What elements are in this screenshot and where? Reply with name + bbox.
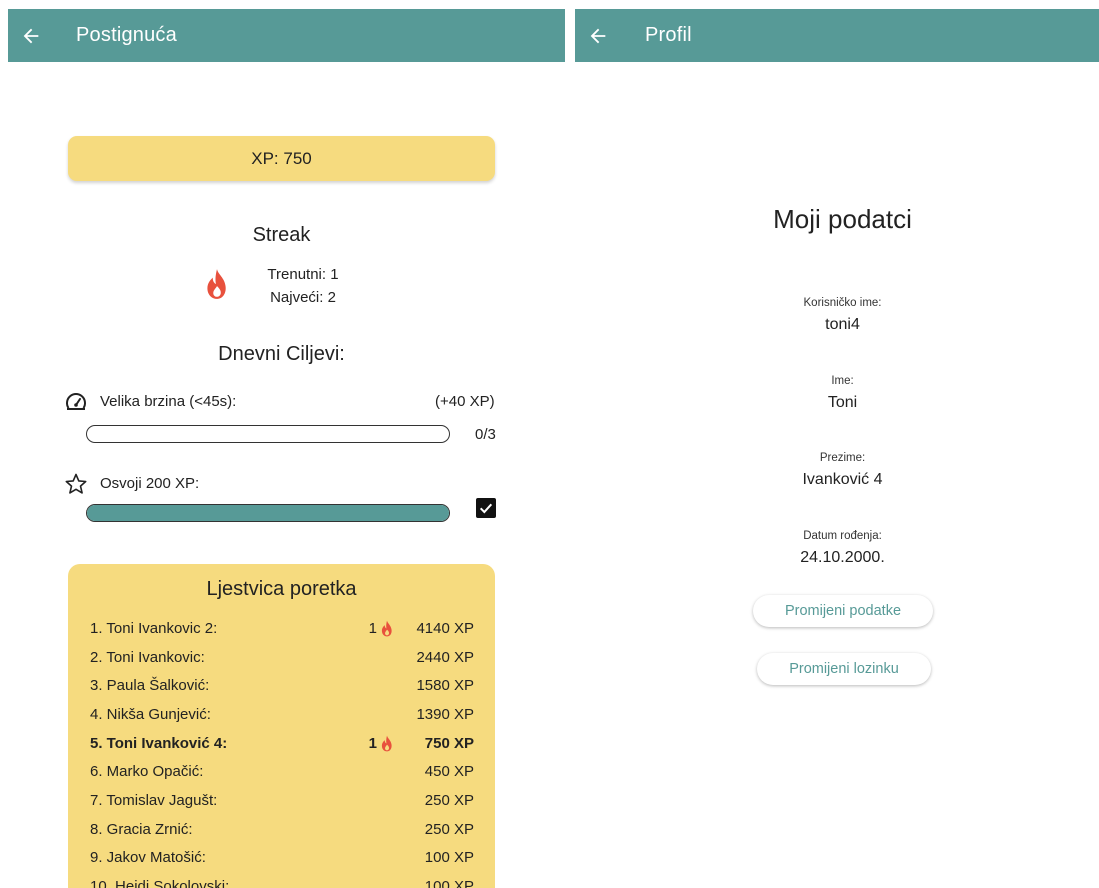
- app-bar: Profil: [575, 9, 1099, 62]
- flame-icon: [207, 269, 226, 299]
- change-password-button[interactable]: Promijeni lozinku: [757, 653, 931, 685]
- leaderboard-title: Ljestvica poretka: [206, 578, 357, 600]
- leaderboard-xp: 100 XP: [424, 878, 474, 888]
- arrow-left-icon: [590, 28, 606, 43]
- leaderboard-row: 3. Paula Šalković: 1580 XP: [90, 671, 474, 700]
- leaderboard-name: 10. Heidi Sokolovski:: [90, 878, 230, 888]
- leaderboard-name: 1. Toni Ivankovic 2:: [90, 619, 218, 637]
- leaderboard-xp: 4140 XP: [416, 619, 474, 637]
- leaderboard-name: 4. Nikša Gunjević:: [90, 705, 211, 723]
- leaderboard-row: 9. Jakov Matošić: 100 XP: [90, 844, 474, 873]
- star-icon: [65, 473, 87, 494]
- achievements-screen: Postignuća XP: 750 Streak Trenutni: 1 Na…: [8, 0, 565, 888]
- progress-bar-xp: [86, 504, 450, 522]
- leaderboard-card: Ljestvica poretka 1. Toni Ivankovic 2: 1 4…: [68, 564, 495, 888]
- profile-screen: Profil Moji podatci Korisničko ime: toni…: [575, 0, 1099, 888]
- leaderboard-name: 3. Paula Šalković:: [90, 677, 210, 695]
- goal-reward-speed: (+40 XP): [435, 393, 495, 410]
- birth-date-value: 24.10.2000.: [800, 549, 885, 566]
- leaderboard-xp: 450 XP: [424, 763, 474, 781]
- leaderboard-row: 5. Toni Ivanković 4: 1 750 XP: [90, 729, 474, 758]
- leaderboard-xp: 1580 XP: [416, 677, 474, 695]
- streak-values: Trenutni: 1 Najveći: 2: [248, 263, 358, 309]
- last-name-label: Prezime:: [819, 452, 866, 464]
- back-button[interactable]: [581, 19, 615, 53]
- leaderboard-row: 6. Marko Opačić: 450 XP: [90, 757, 474, 786]
- goal-count-speed: 0/3: [475, 426, 496, 443]
- username-label: Korisničko ime:: [803, 297, 882, 309]
- progress-fill-xp: [87, 505, 449, 521]
- leaderboard-name: 6. Marko Opačić:: [90, 763, 204, 781]
- last-name-value: Ivanković 4: [802, 471, 883, 488]
- streak-max: Najveći: 2: [270, 289, 336, 306]
- streak-current: Trenutni: 1: [267, 266, 339, 283]
- leaderboard-xp: 250 XP: [424, 820, 474, 838]
- page-title: Profil: [645, 24, 692, 46]
- first-name-value: Toni: [827, 394, 858, 411]
- profile-heading: Moji podatci: [773, 204, 912, 234]
- birth-date-label: Datum rođenja:: [803, 530, 882, 542]
- leaderboard-streak-count: 1: [368, 619, 377, 637]
- leaderboard-streak: 1: [369, 735, 394, 752]
- leaderboard-row: 1. Toni Ivankovic 2: 1 4140 XP: [90, 614, 474, 643]
- goal-label-speed: Velika brzina (<45s):: [100, 393, 237, 410]
- goal-completed-checkbox: [476, 498, 496, 518]
- change-data-button[interactable]: Promijeni podatke: [753, 595, 933, 627]
- leaderboard-list: 1. Toni Ivankovic 2: 1 4140 XP 2. Toni Ivan…: [90, 614, 474, 888]
- xp-total: XP: 750: [251, 148, 312, 168]
- leaderboard-xp: 250 XP: [424, 791, 474, 809]
- page-title: Postignuća: [76, 24, 177, 46]
- app-bar: Postignuća: [8, 9, 565, 62]
- leaderboard-streak-count: 1: [368, 734, 377, 752]
- goal-label-xp: Osvoji 200 XP:: [100, 475, 200, 492]
- leaderboard-name: 9. Jakov Matošić:: [90, 849, 206, 867]
- leaderboard-row: 10. Heidi Sokolovski: 100 XP: [90, 872, 474, 888]
- leaderboard-row: 8. Gracia Zrnić: 250 XP: [90, 815, 474, 844]
- leaderboard-xp: 100 XP: [424, 849, 474, 867]
- leaderboard-xp: 750 XP: [424, 734, 474, 752]
- leaderboard-name: 7. Tomislav Jagušt:: [90, 791, 218, 809]
- leaderboard-xp: 2440 XP: [416, 648, 474, 666]
- leaderboard-streak: 1: [369, 620, 394, 637]
- arrow-left-icon: [23, 28, 39, 43]
- leaderboard-row: 4. Nikša Gunjević: 1390 XP: [90, 700, 474, 729]
- username-value: toni4: [825, 316, 860, 333]
- leaderboard-name: 5. Toni Ivanković 4:: [90, 734, 228, 752]
- check-icon: [479, 503, 493, 514]
- leaderboard-name: 8. Gracia Zrnić:: [90, 820, 193, 838]
- first-name-label: Ime:: [831, 375, 854, 387]
- flame-icon: [381, 620, 392, 637]
- back-button[interactable]: [14, 19, 48, 53]
- flame-icon: [381, 735, 392, 752]
- xp-card: XP: 750: [68, 136, 495, 181]
- daily-goals-title: Dnevni Ciljevi:: [218, 343, 345, 365]
- leaderboard-xp: 1390 XP: [416, 705, 474, 723]
- progress-bar-speed: [86, 425, 450, 443]
- leaderboard-name: 2. Toni Ivankovic:: [90, 648, 205, 666]
- streak-title: Streak: [252, 224, 311, 246]
- leaderboard-row: 7. Tomislav Jagušt: 250 XP: [90, 786, 474, 815]
- speedometer-icon: [66, 393, 86, 410]
- leaderboard-row: 2. Toni Ivankovic: 2440 XP: [90, 643, 474, 672]
